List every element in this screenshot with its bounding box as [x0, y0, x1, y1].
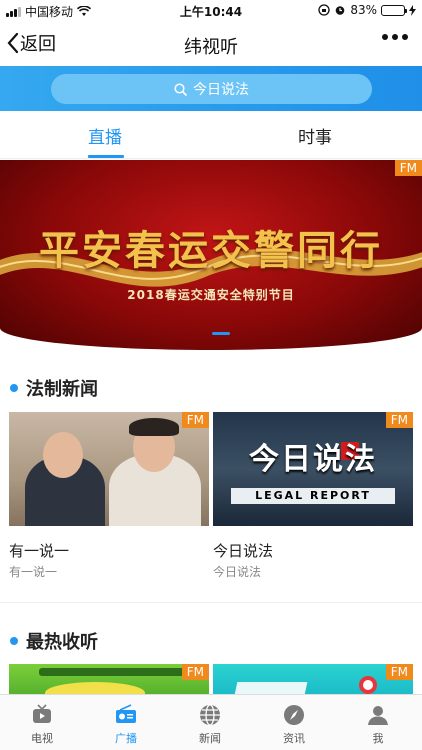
page-title: 纬视听: [184, 37, 238, 58]
tab-strip: 直播 时事: [0, 111, 422, 159]
tv-icon: [33, 704, 51, 723]
program-subtitle: 有一说一: [9, 565, 58, 579]
radio-icon: [116, 704, 136, 723]
fm-badge: FM: [181, 412, 209, 428]
tabbar-label: 我: [372, 732, 384, 745]
tabbar-me[interactable]: 我: [336, 703, 420, 746]
tabbar-tv[interactable]: 电视: [0, 703, 84, 746]
program-title: 今日说法: [213, 542, 274, 560]
banner-carousel[interactable]: 平安春运交警同行 2018春运交通安全特别节目 FM: [0, 160, 422, 350]
alarm-icon: [336, 6, 345, 15]
fm-badge: FM: [181, 664, 209, 680]
section-dot: [10, 384, 18, 392]
program-thumbnail: 今日说法 LEGAL REPORT FM: [213, 412, 413, 526]
more-button[interactable]: [382, 34, 408, 40]
program-subtitle: 今日说法: [213, 565, 262, 579]
fm-badge: FM: [385, 412, 413, 428]
bottom-tab-bar: 电视 广播 新闻 资讯 我: [0, 694, 422, 750]
section-dot: [10, 637, 18, 645]
tabbar-label: 广播: [115, 732, 137, 745]
status-right: 83%: [318, 3, 416, 17]
tab-live[interactable]: 直播: [88, 123, 122, 148]
more-icon: [382, 34, 388, 40]
tab-indicator: [88, 155, 124, 158]
globe-icon: [200, 704, 220, 726]
section-title: 法制新闻: [26, 379, 98, 400]
nav-bar: 返回 纬视听: [0, 22, 422, 66]
thumbnail-subtitle-text: LEGAL REPORT: [231, 488, 395, 504]
tabbar-label: 电视: [31, 732, 53, 745]
section-title: 最热收听: [26, 632, 98, 653]
carousel-page-indicator: [212, 332, 230, 335]
rotation-lock-icon: [318, 4, 330, 16]
battery-icon: [381, 4, 407, 16]
program-thumbnail: FM: [9, 412, 209, 526]
back-button[interactable]: 返回: [6, 30, 56, 56]
compass-icon: [284, 705, 304, 725]
chevron-left-icon: [7, 32, 19, 54]
tabbar-label: 新闻: [199, 732, 221, 745]
search-input[interactable]: 今日说法: [51, 74, 372, 104]
search-placeholder: 今日说法: [193, 82, 249, 98]
banner-subtitle: 2018春运交通安全特别节目: [127, 288, 295, 302]
section-divider: [0, 602, 422, 603]
section-header-legal-news: 法制新闻: [10, 375, 98, 401]
thumbnail-title-text: 今日说法: [249, 442, 377, 477]
status-bar: 中国移动 上午10:44 83%: [0, 0, 422, 22]
section-header-most-popular: 最热收听: [10, 628, 98, 654]
program-title: 有一说一: [9, 542, 70, 560]
charging-icon: [409, 4, 416, 16]
fm-badge: FM: [394, 160, 422, 176]
fm-badge: FM: [385, 664, 413, 680]
search-icon: [174, 82, 187, 96]
user-icon: [368, 706, 388, 725]
tab-current-affairs[interactable]: 时事: [298, 123, 332, 148]
tabbar-radio[interactable]: 广播: [84, 703, 168, 746]
program-card-youyishuoyi[interactable]: FM 有一说一 有一说一: [9, 412, 209, 579]
tabbar-info[interactable]: 资讯: [252, 703, 336, 746]
battery-percent: 83%: [350, 3, 377, 17]
search-band: 今日说法: [0, 66, 422, 111]
program-card-jinrishuofa[interactable]: 今日说法 LEGAL REPORT FM 今日说法 今日说法: [213, 412, 413, 579]
tabbar-news[interactable]: 新闻: [168, 703, 252, 746]
tabbar-label: 资讯: [283, 732, 305, 745]
back-label: 返回: [20, 34, 56, 55]
banner-title: 平安春运交警同行: [39, 227, 383, 274]
